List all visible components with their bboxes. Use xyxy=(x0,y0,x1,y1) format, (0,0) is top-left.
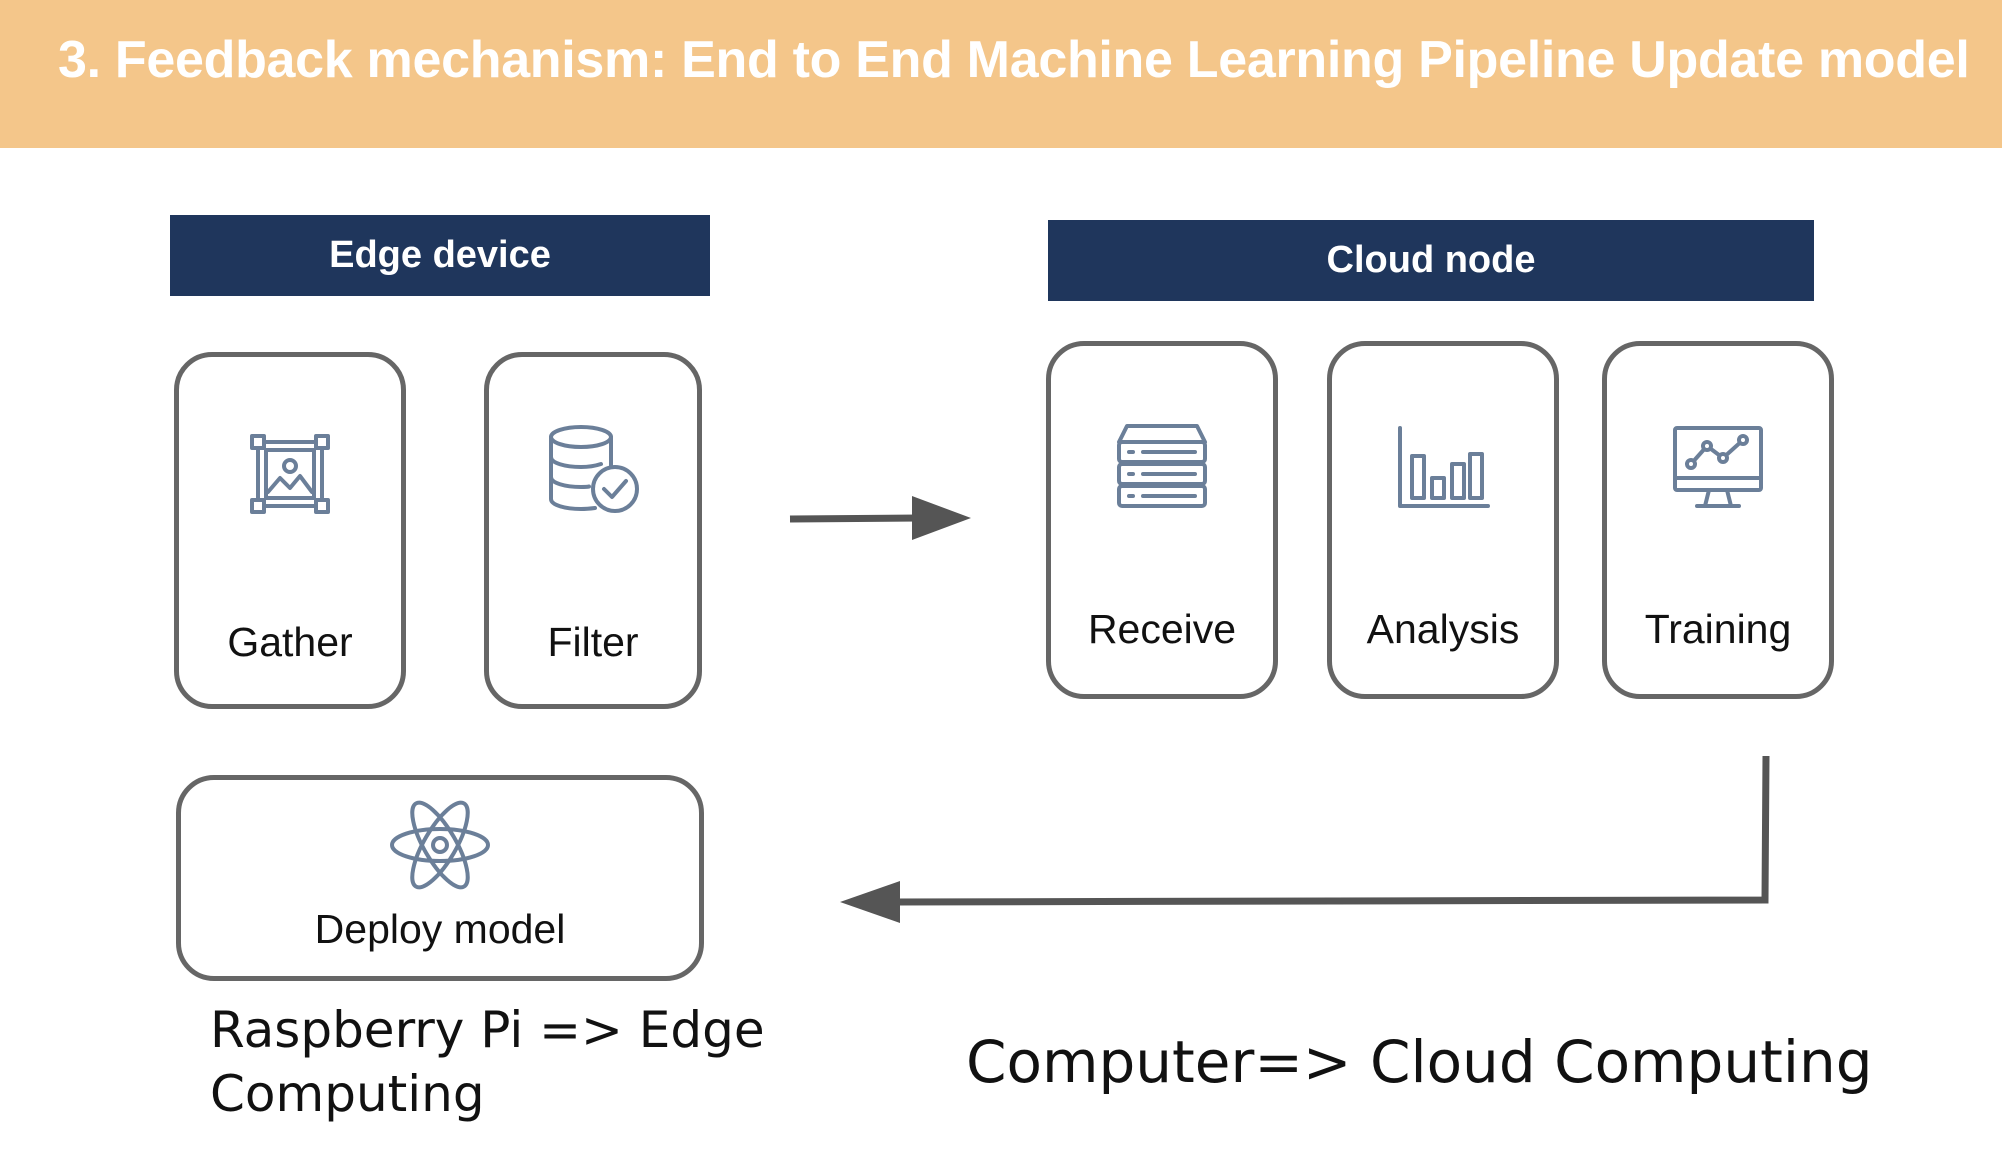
flow-arrows xyxy=(789,496,1770,923)
cloud-to-edge-feedback-arrow xyxy=(840,755,1770,923)
edge-to-cloud-arrow xyxy=(789,496,971,540)
slide: 3. Feedback mechanism: End to End Machin… xyxy=(0,0,2002,1174)
